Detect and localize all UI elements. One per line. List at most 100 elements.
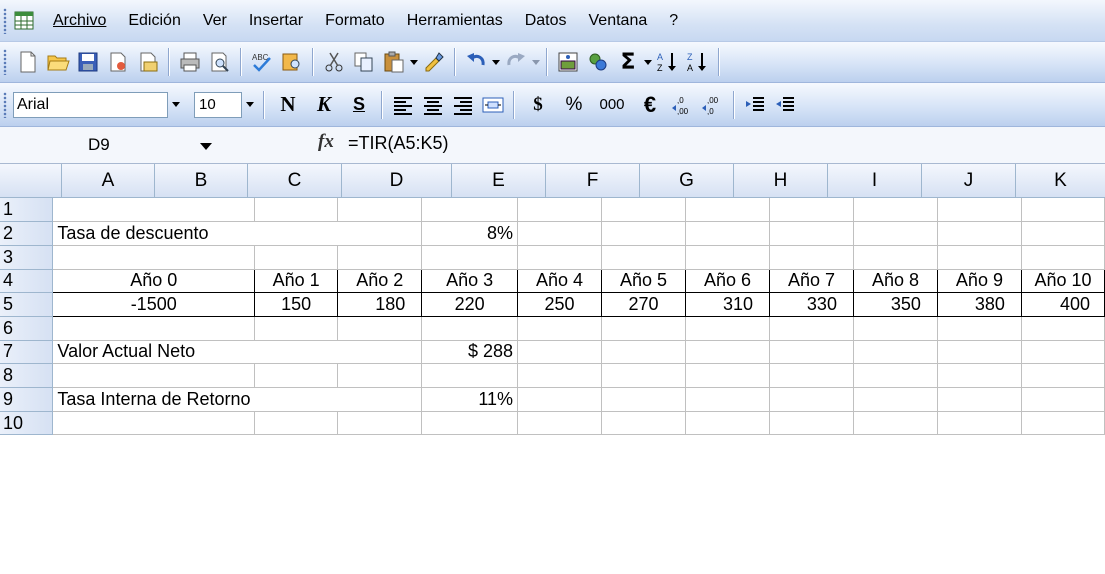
align-right-icon[interactable] xyxy=(448,89,478,121)
cell[interactable] xyxy=(601,340,686,365)
toolbar-grip[interactable] xyxy=(3,91,7,118)
cell[interactable] xyxy=(517,316,603,341)
cell-year-header[interactable]: Año 10 xyxy=(1020,268,1105,294)
cell[interactable] xyxy=(853,316,938,341)
cell-d7[interactable]: $ 288 xyxy=(421,340,519,365)
paste-dropdown-icon[interactable] xyxy=(409,46,419,78)
cell[interactable] xyxy=(601,221,686,246)
column-header-g[interactable]: G xyxy=(640,164,734,198)
column-header-d[interactable]: D xyxy=(342,164,452,198)
permission-icon[interactable] xyxy=(103,46,133,78)
cell[interactable] xyxy=(601,245,686,270)
cell[interactable] xyxy=(1021,245,1105,270)
cell-year-header[interactable]: Año 8 xyxy=(852,268,938,294)
currency-style-button[interactable]: $ xyxy=(520,89,556,121)
cell[interactable] xyxy=(337,198,423,223)
save-icon[interactable] xyxy=(73,46,103,78)
cell[interactable] xyxy=(685,245,770,270)
percent-style-button[interactable]: % xyxy=(556,89,592,121)
cell[interactable] xyxy=(853,245,938,270)
cell[interactable] xyxy=(1021,363,1105,388)
align-left-icon[interactable] xyxy=(388,89,418,121)
cell[interactable] xyxy=(1021,387,1105,412)
font-size-combobox[interactable]: 10 xyxy=(194,91,242,118)
cell[interactable] xyxy=(853,221,938,246)
column-header-c[interactable]: C xyxy=(248,164,342,198)
cell-cashflow[interactable]: 150 xyxy=(254,292,339,317)
cell-a7[interactable]: Valor Actual Neto xyxy=(52,340,255,365)
cell[interactable] xyxy=(517,363,603,388)
select-all-corner[interactable] xyxy=(0,164,62,198)
row-header[interactable]: 9 xyxy=(0,387,54,412)
toolbar-grip[interactable] xyxy=(3,7,7,34)
menu-archivo[interactable]: Archivo xyxy=(47,12,117,30)
cell[interactable] xyxy=(685,221,770,246)
cell[interactable] xyxy=(254,411,339,436)
cell-cashflow[interactable]: -1500 xyxy=(52,292,256,317)
open-folder-icon[interactable] xyxy=(43,46,73,78)
insert-hyperlink-icon[interactable] xyxy=(553,46,583,78)
cell[interactable] xyxy=(769,198,854,223)
cell-year-header[interactable]: Año 1 xyxy=(254,268,339,294)
cell[interactable] xyxy=(601,363,686,388)
cell-year-header[interactable]: Año 4 xyxy=(517,268,603,294)
cell-cashflow[interactable]: 350 xyxy=(852,292,938,317)
cell-a9[interactable]: Tasa Interna de Retorno xyxy=(52,387,255,412)
cell[interactable] xyxy=(337,411,423,436)
sort-ascending-icon[interactable]: AZ xyxy=(653,46,683,78)
column-header-k[interactable]: K xyxy=(1016,164,1105,198)
cell-year-header[interactable]: Año 3 xyxy=(421,268,519,294)
cell[interactable] xyxy=(517,411,603,436)
undo-dropdown-icon[interactable] xyxy=(491,46,501,78)
spelling-icon[interactable]: ABC xyxy=(247,46,277,78)
cell[interactable] xyxy=(337,363,423,388)
sum-dropdown-icon[interactable] xyxy=(643,46,653,78)
cell[interactable] xyxy=(853,340,938,365)
cell[interactable] xyxy=(254,387,338,412)
cell[interactable] xyxy=(937,387,1022,412)
menu-insertar[interactable]: Insertar xyxy=(238,12,314,30)
cell-cashflow[interactable]: 380 xyxy=(936,292,1022,317)
sum-icon[interactable]: Σ xyxy=(613,46,643,78)
cell[interactable] xyxy=(421,245,519,270)
column-header-j[interactable]: J xyxy=(922,164,1016,198)
cell[interactable] xyxy=(853,363,938,388)
cell[interactable] xyxy=(52,363,256,388)
cell-year-header[interactable]: Año 9 xyxy=(936,268,1022,294)
bold-button[interactable]: N xyxy=(270,89,306,121)
cell[interactable] xyxy=(937,221,1022,246)
cell[interactable] xyxy=(254,198,339,223)
cell[interactable] xyxy=(1021,316,1105,341)
row-header[interactable]: 5 xyxy=(0,292,54,317)
cell[interactable] xyxy=(769,316,854,341)
cell[interactable] xyxy=(601,316,686,341)
cell[interactable] xyxy=(601,411,686,436)
cell[interactable] xyxy=(937,411,1022,436)
row-header[interactable]: 3 xyxy=(0,245,54,270)
cell[interactable] xyxy=(1021,198,1105,223)
decrease-indent-icon[interactable] xyxy=(740,89,770,121)
cell[interactable] xyxy=(685,411,770,436)
menu-ventana[interactable]: Ventana xyxy=(578,12,659,30)
cell[interactable] xyxy=(853,387,938,412)
cell[interactable] xyxy=(937,316,1022,341)
cell[interactable] xyxy=(254,316,339,341)
sort-descending-icon[interactable]: ZA xyxy=(683,46,713,78)
cell[interactable] xyxy=(52,316,256,341)
cell[interactable] xyxy=(685,316,770,341)
cell-a2[interactable]: Tasa de descuento xyxy=(52,221,255,246)
cell[interactable] xyxy=(1021,411,1105,436)
row-header[interactable]: 4 xyxy=(0,269,54,294)
underline-button[interactable]: S xyxy=(342,89,376,121)
cell[interactable] xyxy=(337,387,423,412)
increase-decimal-icon[interactable]: ,0,00 xyxy=(668,89,698,121)
cell-cashflow[interactable]: 250 xyxy=(517,292,603,317)
email-icon[interactable] xyxy=(133,46,163,78)
cell[interactable] xyxy=(769,221,854,246)
menu-help[interactable]: ? xyxy=(658,12,689,30)
cell[interactable] xyxy=(769,340,854,365)
print-icon[interactable] xyxy=(175,46,205,78)
cell-cashflow[interactable]: 180 xyxy=(337,292,423,317)
menu-herramientas[interactable]: Herramientas xyxy=(396,12,514,30)
cell[interactable] xyxy=(769,363,854,388)
